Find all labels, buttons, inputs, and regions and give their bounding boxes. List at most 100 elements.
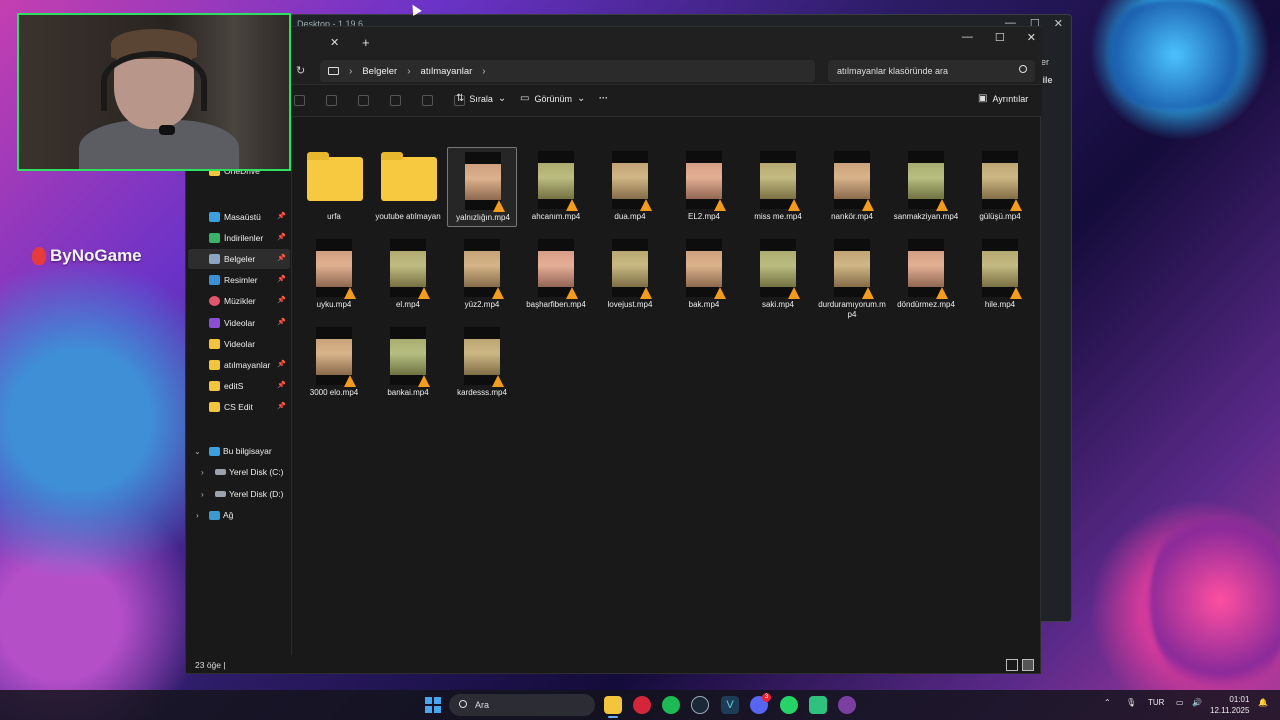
video-file-item[interactable]: durduramıyorum.mp4 (817, 235, 887, 319)
pin-icon[interactable]: 📌 (277, 402, 286, 410)
chevron-right-icon[interactable]: › (407, 66, 410, 77)
pin-icon[interactable]: 📌 (277, 254, 286, 262)
chevron-right-icon[interactable]: › (201, 490, 204, 499)
sidebar-item-videolar-folder[interactable]: Videolar (188, 334, 290, 354)
file-explorer-taskbar-icon[interactable] (604, 696, 622, 718)
copy-icon[interactable] (326, 95, 337, 106)
video-file-item[interactable]: bak.mp4 (669, 235, 739, 315)
obs-icon[interactable] (838, 696, 856, 714)
rename-icon[interactable] (390, 95, 401, 106)
sidebar-item-this-pc[interactable]: ⌄ Bu bilgisayar (188, 441, 290, 461)
video-file-item[interactable]: lovejust.mp4 (595, 235, 665, 315)
clock[interactable]: 01:01 12.11.2025 (1210, 694, 1249, 716)
spotify-icon[interactable] (662, 696, 680, 714)
video-file-item[interactable]: kardesss.mp4 (447, 323, 517, 403)
close-icon[interactable]: ✕ (1054, 17, 1063, 30)
start-button[interactable] (425, 697, 441, 713)
steam-icon[interactable] (691, 696, 709, 714)
more-options-button[interactable]: ··· (599, 93, 608, 103)
video-thumbnail (538, 151, 578, 211)
sidebar-item-masaustu[interactable]: Masaüstü 📌 (188, 207, 290, 227)
tab-close-icon[interactable]: ✕ (330, 36, 339, 49)
sidebar-item-resimler[interactable]: Resimler 📌 (188, 270, 290, 290)
sidebar-item-cs-edit[interactable]: CS Edit 📌 (188, 397, 290, 417)
video-thumbnail (908, 239, 948, 299)
chevron-right-icon[interactable]: › (196, 511, 199, 520)
pin-icon[interactable]: 📌 (277, 381, 286, 389)
chevron-up-icon[interactable]: ⌃ (1104, 698, 1111, 707)
sidebar-item-network[interactable]: › Ağ (188, 505, 290, 525)
view-toggle (1006, 659, 1034, 671)
address-bar[interactable]: › Belgeler › atılmayanlar › (320, 60, 815, 82)
video-file-item[interactable]: nankör.mp4 (817, 147, 887, 227)
pin-icon[interactable]: 📌 (277, 212, 286, 220)
chevron-right-icon[interactable]: › (482, 66, 485, 77)
sidebar-item-belgeler[interactable]: Belgeler 📌 (188, 249, 290, 269)
video-file-item[interactable]: başharfiben.mp4 (521, 235, 591, 315)
chat-app-icon[interactable] (809, 696, 827, 714)
file-explorer-window[interactable]: ✕ + — ☐ ✕ ↻ › Belgeler › atılmayanlar › … (185, 26, 1042, 674)
share-icon[interactable] (422, 95, 433, 106)
taskbar-search[interactable]: Ara (449, 694, 595, 716)
chevron-right-icon[interactable]: › (349, 66, 352, 77)
sort-button[interactable]: ⇅ Sırala ⌄ (456, 93, 506, 104)
vlc-icon (566, 199, 578, 211)
whatsapp-icon[interactable] (780, 696, 798, 714)
chevron-right-icon[interactable]: › (201, 468, 204, 477)
breadcrumb-atilmayanlar[interactable]: atılmayanlar (421, 66, 473, 77)
large-icons-view-icon[interactable] (1022, 659, 1034, 671)
volume-icon[interactable]: 🔊 (1192, 698, 1202, 707)
pin-icon[interactable]: 📌 (277, 318, 286, 326)
folder-item[interactable]: urfa (299, 147, 369, 227)
search-input[interactable]: atılmayanlar klasöründe ara (828, 60, 1035, 82)
video-file-item[interactable]: sanmakziyan.mp4 (891, 147, 961, 227)
video-file-item[interactable]: yüz2.mp4 (447, 235, 517, 315)
vegas-icon[interactable]: V (721, 696, 739, 714)
close-icon[interactable]: ✕ (1027, 31, 1036, 44)
sidebar-item-atilmayanlar[interactable]: atılmayanlar 📌 (188, 355, 290, 375)
microphone-icon[interactable]: 🎙 (1126, 698, 1136, 707)
sidebar-item-muzikler[interactable]: Müzikler 📌 (188, 291, 290, 311)
video-file-item[interactable]: gülüşü.mp4 (965, 147, 1035, 227)
refresh-icon[interactable]: ↻ (296, 64, 305, 77)
sidebar-item-indirilenler[interactable]: İndirilenler 📌 (188, 228, 290, 248)
breadcrumb-belgeler[interactable]: Belgeler (362, 66, 397, 77)
chevron-down-icon[interactable]: ⌄ (194, 447, 201, 456)
details-view-icon[interactable] (1006, 659, 1018, 671)
video-file-item[interactable]: yalnızlığın.mp4 (447, 147, 517, 227)
pin-icon[interactable]: 📌 (277, 360, 286, 368)
video-file-item[interactable]: döndürmez.mp4 (891, 235, 961, 315)
cut-icon[interactable] (294, 95, 305, 106)
video-file-item[interactable]: hile.mp4 (965, 235, 1035, 315)
video-file-item[interactable]: dua.mp4 (595, 147, 665, 227)
new-tab-icon[interactable]: + (362, 35, 370, 50)
video-file-item[interactable]: uyku.mp4 (299, 235, 369, 315)
file-name: bak.mp4 (688, 300, 720, 309)
details-pane-button[interactable]: ▣ Ayrıntılar (978, 93, 1028, 104)
video-file-item[interactable]: miss me.mp4 (743, 147, 813, 227)
sidebar-item-drive-c[interactable]: › Yerel Disk (C:) (188, 462, 290, 482)
video-file-item[interactable]: 3000 elo.mp4 (299, 323, 369, 403)
video-file-item[interactable]: ahcanım.mp4 (521, 147, 591, 227)
video-thumbnail (465, 152, 505, 212)
notification-icon[interactable]: 🔔 (1258, 698, 1268, 707)
video-file-item[interactable]: saki.mp4 (743, 235, 813, 315)
sidebar-item-edits[interactable]: editS 📌 (188, 376, 290, 396)
view-button[interactable]: ▭ Görünüm ⌄ (520, 93, 585, 104)
opera-gx-icon[interactable] (633, 696, 651, 714)
network-icon[interactable]: ▭ (1176, 698, 1184, 707)
video-file-item[interactable]: EL2.mp4 (669, 147, 739, 227)
monitor-icon[interactable] (328, 67, 339, 75)
minimize-icon[interactable]: — (962, 31, 973, 44)
paste-icon[interactable] (358, 95, 369, 106)
video-file-item[interactable]: bankai.mp4 (373, 323, 443, 403)
language-indicator[interactable]: TUR (1148, 698, 1164, 707)
pin-icon[interactable]: 📌 (277, 296, 286, 304)
pin-icon[interactable]: 📌 (277, 275, 286, 283)
sidebar-item-videolar[interactable]: Videolar 📌 (188, 313, 290, 333)
video-file-item[interactable]: el.mp4 (373, 235, 443, 315)
maximize-icon[interactable]: ☐ (995, 31, 1005, 44)
sidebar-item-drive-d[interactable]: › Yerel Disk (D:) (188, 484, 290, 504)
folder-item[interactable]: youtube atılmayan (373, 147, 443, 227)
pin-icon[interactable]: 📌 (277, 233, 286, 241)
